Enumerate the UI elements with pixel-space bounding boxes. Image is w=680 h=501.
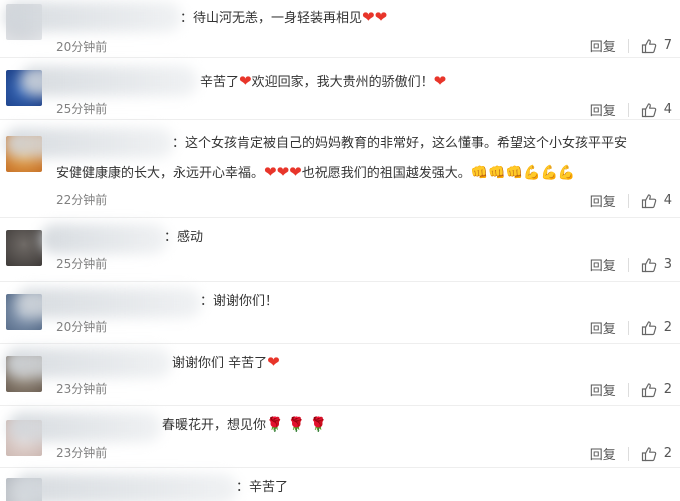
heart-emoji: ❤ — [433, 72, 447, 90]
comment-item: ：辛苦了 — [0, 468, 680, 501]
username-blurred[interactable] — [16, 288, 202, 318]
thumbs-up-icon — [641, 193, 657, 209]
thumbs-up-icon — [641, 38, 657, 54]
heart-emoji: ❤❤❤ — [264, 163, 302, 181]
divider — [627, 320, 629, 335]
comment-time: 20分钟前 — [56, 40, 108, 54]
comment-text: ：感动 — [164, 230, 204, 245]
comment-time: 23分钟前 — [56, 382, 108, 396]
reply-button[interactable]: 回复 — [590, 36, 616, 55]
comment-body: 春暖花开，想见你 — [162, 418, 267, 433]
like-count: 7 — [663, 38, 672, 53]
reply-button[interactable]: 回复 — [590, 318, 616, 337]
thumbs-up-icon — [641, 382, 657, 398]
comment-item: 谢谢你们 辛苦了❤ 23分钟前 回复 2 — [0, 344, 680, 406]
comment-body-2: 欢迎回家，我大贵州的骄傲们！ — [251, 75, 434, 90]
comment-item: ：这个女孩肯定被自己的妈妈教育的非常好，这么懂事。希望这个小女孩平平安 安健健康… — [0, 120, 680, 218]
divider — [627, 257, 629, 272]
heart-emoji: ❤ — [267, 353, 280, 371]
like-button[interactable]: 2 — [641, 320, 672, 336]
comment-item: 春暖花开，想见你🌹 🌹 🌹 23分钟前 回复 2 — [0, 406, 680, 468]
rose-emoji: 🌹 🌹 🌹 — [266, 417, 328, 433]
divider — [627, 38, 629, 53]
like-count: 3 — [663, 257, 672, 272]
username-blurred[interactable] — [4, 2, 182, 32]
comment-body: 安健健康康的长大，永远开心幸福。 — [56, 166, 265, 181]
username-blurred[interactable] — [4, 348, 172, 378]
comment-item: ：待山河无恙，一身轻装再相见❤❤ 20分钟前 回复 7 — [0, 0, 680, 58]
divider — [627, 446, 629, 461]
comment-text: ：待山河无恙，一身轻装再相见❤❤ — [180, 6, 666, 30]
comment-item: ：感动 25分钟前 回复 3 — [0, 218, 680, 282]
like-button[interactable]: 2 — [641, 382, 672, 398]
comment-actions: 回复 2 — [590, 444, 672, 463]
comment-text: ：辛苦了 — [236, 480, 289, 495]
comment-actions: 回复 7 — [590, 36, 672, 55]
comment-actions: 回复 2 — [590, 380, 672, 399]
fist-muscle-emoji: 👊👊👊💪💪💪 — [470, 165, 576, 181]
username-blurred[interactable] — [4, 128, 174, 158]
thumbs-up-icon — [641, 257, 657, 273]
username-blurred[interactable] — [8, 412, 162, 442]
like-count: 2 — [663, 320, 672, 335]
comment-time: 20分钟前 — [56, 320, 108, 334]
like-button[interactable]: 3 — [641, 257, 672, 273]
comment-time: 25分钟前 — [56, 102, 108, 116]
heart-emoji: ❤❤ — [362, 8, 388, 26]
comment-time: 23分钟前 — [56, 446, 108, 460]
thumbs-up-icon — [641, 102, 657, 118]
divider — [627, 193, 629, 208]
thumbs-up-icon — [641, 446, 657, 462]
reply-button[interactable]: 回复 — [590, 255, 616, 274]
like-button[interactable]: 2 — [641, 446, 672, 462]
comment-body: ：待山河无恙，一身轻装再相见 — [180, 11, 363, 26]
comment-actions: 回复 4 — [590, 191, 672, 210]
comment-item: ：谢谢你们！ 20分钟前 回复 2 — [0, 282, 680, 344]
like-button[interactable]: 4 — [641, 102, 672, 118]
comment-time: 25分钟前 — [56, 257, 108, 271]
like-button[interactable]: 4 — [641, 193, 672, 209]
comment-actions: 回复 3 — [590, 255, 672, 274]
username-blurred[interactable] — [40, 224, 168, 254]
comment-text: 春暖花开，想见你🌹 🌹 🌹 — [162, 414, 666, 437]
comment-body: 辛苦了 — [200, 75, 240, 90]
comment-text-line2: 安健健康康的长大，永远开心幸福。❤❤❤也祝愿我们的祖国越发强大。👊👊👊💪💪💪 — [56, 161, 666, 185]
username-blurred[interactable] — [20, 66, 198, 96]
like-count: 4 — [663, 193, 672, 208]
thumbs-up-icon — [641, 320, 657, 336]
comment-actions: 回复 4 — [590, 100, 672, 119]
comment-text: 谢谢你们 辛苦了❤ — [172, 351, 666, 375]
divider — [627, 102, 629, 117]
reply-button[interactable]: 回复 — [590, 100, 616, 119]
comment-text: ：谢谢你们！ — [200, 294, 279, 309]
reply-button[interactable]: 回复 — [590, 444, 616, 463]
comment-text: 辛苦了❤欢迎回家，我大贵州的骄傲们！❤ — [200, 70, 666, 94]
comment-body: 谢谢你们 辛苦了 — [172, 356, 268, 371]
like-count: 2 — [663, 446, 672, 461]
like-button[interactable]: 7 — [641, 38, 672, 54]
divider — [627, 382, 629, 397]
comment-text-line1: ：这个女孩肯定被自己的妈妈教育的非常好，这么懂事。希望这个小女孩平平安 — [172, 136, 628, 151]
avatar[interactable] — [6, 230, 42, 266]
reply-button[interactable]: 回复 — [590, 380, 616, 399]
comment-time: 22分钟前 — [56, 193, 108, 207]
username-blurred[interactable] — [14, 474, 238, 501]
comment-item: 辛苦了❤欢迎回家，我大贵州的骄傲们！❤ 25分钟前 回复 4 — [0, 58, 680, 120]
comment-actions: 回复 2 — [590, 318, 672, 337]
heart-emoji: ❤ — [239, 72, 252, 90]
like-count: 2 — [663, 382, 672, 397]
like-count: 4 — [663, 102, 672, 117]
comment-body-2: 也祝愿我们的祖国越发强大。 — [301, 166, 471, 181]
reply-button[interactable]: 回复 — [590, 191, 616, 210]
